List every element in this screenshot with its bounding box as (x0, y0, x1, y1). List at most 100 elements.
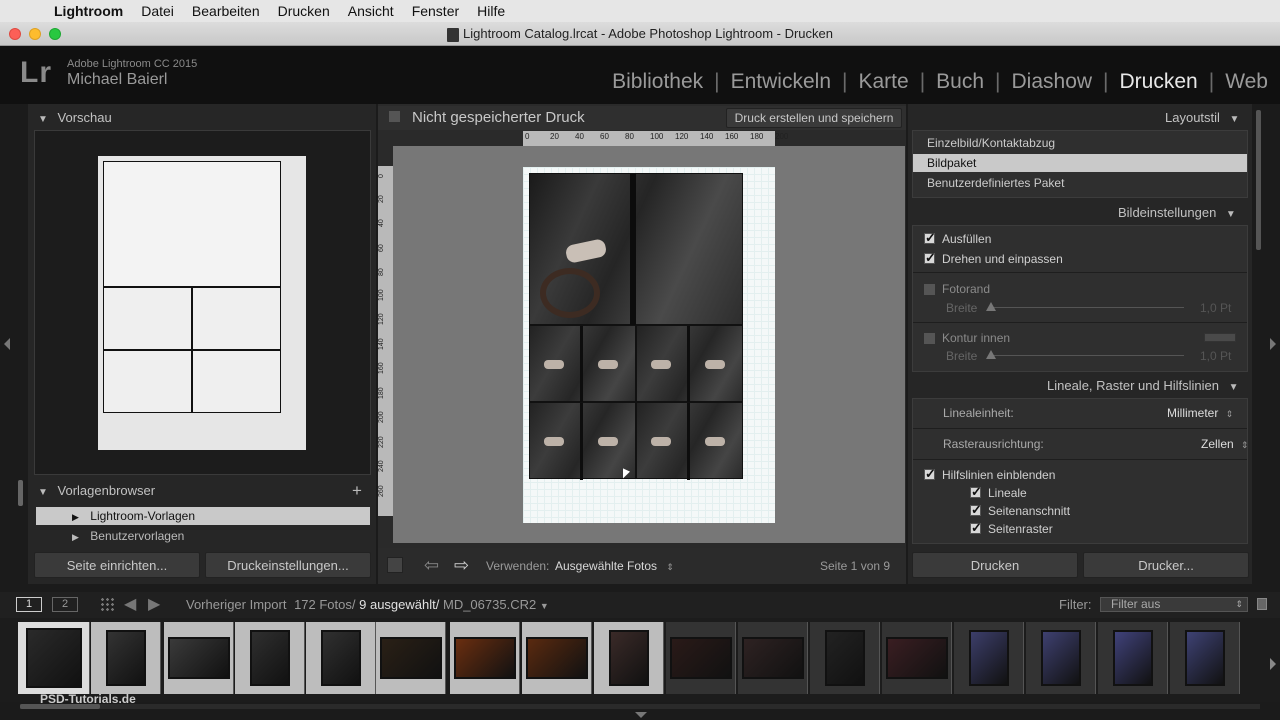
filmstrip-thumbnail[interactable] (91, 622, 161, 694)
image-settings-header[interactable]: Bildeinstellungen ▼ (1118, 205, 1236, 220)
module-diashow[interactable]: Diashow (1001, 70, 1104, 94)
ruler-unit-select[interactable]: Millimeter ⇕ (1167, 406, 1233, 420)
border-width-value[interactable]: 1,0 Pt (1200, 301, 1231, 315)
filmstrip-thumbnail[interactable] (1026, 622, 1096, 694)
photo-cell[interactable] (529, 402, 636, 480)
layout-option-single[interactable]: Einzelbild/Kontaktabzug (927, 136, 1055, 150)
create-saved-print-button[interactable]: Druck erstellen und speichern (726, 108, 902, 128)
filmstrip-thumbnail[interactable] (954, 622, 1024, 694)
print-settings-button[interactable]: Druckeinstellungen... (205, 552, 371, 578)
filmstrip-scrollbar[interactable] (20, 704, 1260, 709)
forward-arrow-icon[interactable]: ▶ (148, 594, 160, 614)
right-panel-toggle-icon[interactable] (1270, 338, 1276, 350)
stroke-width-value[interactable]: 1,0 Pt (1200, 349, 1231, 363)
photo-large[interactable] (529, 173, 743, 326)
show-guides-checkbox[interactable] (924, 466, 936, 482)
next-page-arrow-icon[interactable]: ⇨ (454, 555, 469, 576)
module-drucken[interactable]: Drucken (1109, 70, 1209, 94)
module-web[interactable]: Web (1214, 70, 1268, 94)
layout-option-custom-package[interactable]: Benutzerdefiniertes Paket (927, 176, 1064, 190)
inner-stroke-checkbox[interactable] (924, 333, 935, 344)
photo-border-checkbox[interactable] (924, 284, 935, 295)
layout-option-picture-package[interactable]: Bildpaket (913, 154, 1247, 172)
guide-rulers-checkbox[interactable] (970, 484, 982, 500)
filmstrip-thumbnail[interactable] (882, 622, 952, 694)
ruler-tick-label: 60 (600, 132, 609, 141)
zoom-window-button[interactable] (49, 28, 61, 40)
window-2-toggle[interactable]: 2 (52, 597, 78, 612)
rulers-grid-guides-header[interactable]: Lineale, Raster und Hilfslinien ▼ (1047, 378, 1239, 393)
stop-icon[interactable] (387, 557, 403, 573)
template-folder-lightroom[interactable]: ▶ Lightroom-Vorlagen (36, 507, 370, 525)
window-1-toggle[interactable]: 1 (16, 597, 42, 612)
close-window-button[interactable] (9, 28, 21, 40)
grid-snap-select[interactable]: Zellen ⇕ (1201, 437, 1249, 451)
add-template-icon[interactable]: + (352, 481, 362, 501)
ruler-tick-label: 100 (650, 132, 664, 141)
print-button[interactable]: Drucken (912, 552, 1078, 578)
filmstrip-thumbnail[interactable] (450, 622, 520, 694)
ruler-unit-value: Millimeter (1167, 406, 1219, 420)
filmstrip-thumbnail[interactable] (164, 622, 234, 694)
filter-lock-icon[interactable] (1257, 598, 1267, 610)
menu-fenster[interactable]: Fenster (412, 3, 459, 19)
filmstrip-thumbnail[interactable] (1098, 622, 1168, 694)
inner-stroke-color-swatch[interactable] (1204, 333, 1236, 342)
right-panel-scrollbar[interactable] (1256, 110, 1261, 250)
left-panel-scrollbar[interactable] (18, 480, 23, 506)
guide-bleed-label: Seitenanschnitt (988, 504, 1071, 518)
guide-grid-checkbox[interactable] (970, 520, 982, 536)
minimize-window-button[interactable] (29, 28, 41, 40)
stroke-width-slider[interactable] (992, 355, 1184, 356)
previous-page-arrow-icon[interactable]: ⇦ (424, 555, 439, 576)
menu-ansicht[interactable]: Ansicht (348, 3, 394, 19)
menu-datei[interactable]: Datei (141, 3, 174, 19)
slider-thumb-icon[interactable] (986, 350, 996, 359)
bottom-panel-toggle-icon[interactable] (635, 712, 647, 718)
photo-cell[interactable] (636, 402, 743, 480)
photo-cell[interactable] (636, 325, 743, 403)
menu-drucken[interactable]: Drucken (278, 3, 330, 19)
filmstrip-thumbnail[interactable] (376, 622, 446, 694)
template-folder-label: Lightroom-Vorlagen (90, 509, 195, 523)
rotate-to-fit-checkbox[interactable] (924, 250, 936, 266)
back-arrow-icon[interactable]: ◀ (124, 594, 136, 614)
filter-select[interactable]: Filter aus ⇕ (1100, 597, 1248, 612)
filmstrip-thumbnail[interactable] (306, 622, 376, 694)
module-buch[interactable]: Buch (925, 70, 995, 94)
guide-bleed-checkbox[interactable] (970, 502, 982, 518)
thumbnail-image (885, 637, 948, 679)
preview-header[interactable]: ▼ Vorschau (38, 110, 112, 125)
filmstrip-thumbnail[interactable] (1170, 622, 1240, 694)
filmstrip-thumbnail[interactable] (522, 622, 592, 694)
rulers-grid-guides-title: Lineale, Raster und Hilfslinien (1047, 378, 1219, 393)
filmstrip-thumbnail[interactable] (18, 622, 90, 694)
template-folder-user[interactable]: ▶ Benutzervorlagen (36, 527, 370, 545)
ruler-unit-label: Linealeinheit: (943, 406, 1014, 420)
border-width-slider[interactable] (992, 307, 1184, 308)
module-karte[interactable]: Karte (847, 70, 919, 94)
filmstrip-thumbnail[interactable] (738, 622, 808, 694)
filmstrip-thumbnail[interactable] (666, 622, 736, 694)
filmstrip-source[interactable]: Vorheriger Import 172 Fotos/ 9 ausgewähl… (186, 597, 549, 612)
slider-thumb-icon[interactable] (986, 302, 996, 311)
menu-app[interactable]: Lightroom (54, 3, 123, 19)
filmstrip-thumbnail[interactable] (810, 622, 880, 694)
template-browser-header[interactable]: ▼ Vorlagenbrowser (38, 483, 155, 498)
layout-style-header[interactable]: Layoutstil ▼ (1165, 110, 1239, 125)
filmstrip-thumbnail[interactable] (235, 622, 305, 694)
printer-button[interactable]: Drucker... (1083, 552, 1249, 578)
filmstrip-thumbnail[interactable] (594, 622, 664, 694)
module-bibliothek[interactable]: Bibliothek (601, 70, 714, 94)
menu-hilfe[interactable]: Hilfe (477, 3, 505, 19)
page-setup-button[interactable]: Seite einrichten... (34, 552, 200, 578)
left-panel-toggle-icon[interactable] (4, 338, 10, 350)
use-select[interactable]: Ausgewählte Fotos ⇕ (555, 559, 674, 573)
grid-view-icon[interactable] (100, 597, 115, 612)
photo-cell[interactable] (529, 325, 636, 403)
filter-label: Filter: (1059, 597, 1092, 612)
module-entwickeln[interactable]: Entwickeln (720, 70, 842, 94)
menu-bearbeiten[interactable]: Bearbeiten (192, 3, 260, 19)
filmstrip-scroll-right-icon[interactable] (1270, 658, 1276, 670)
fill-checkbox[interactable] (924, 230, 936, 246)
